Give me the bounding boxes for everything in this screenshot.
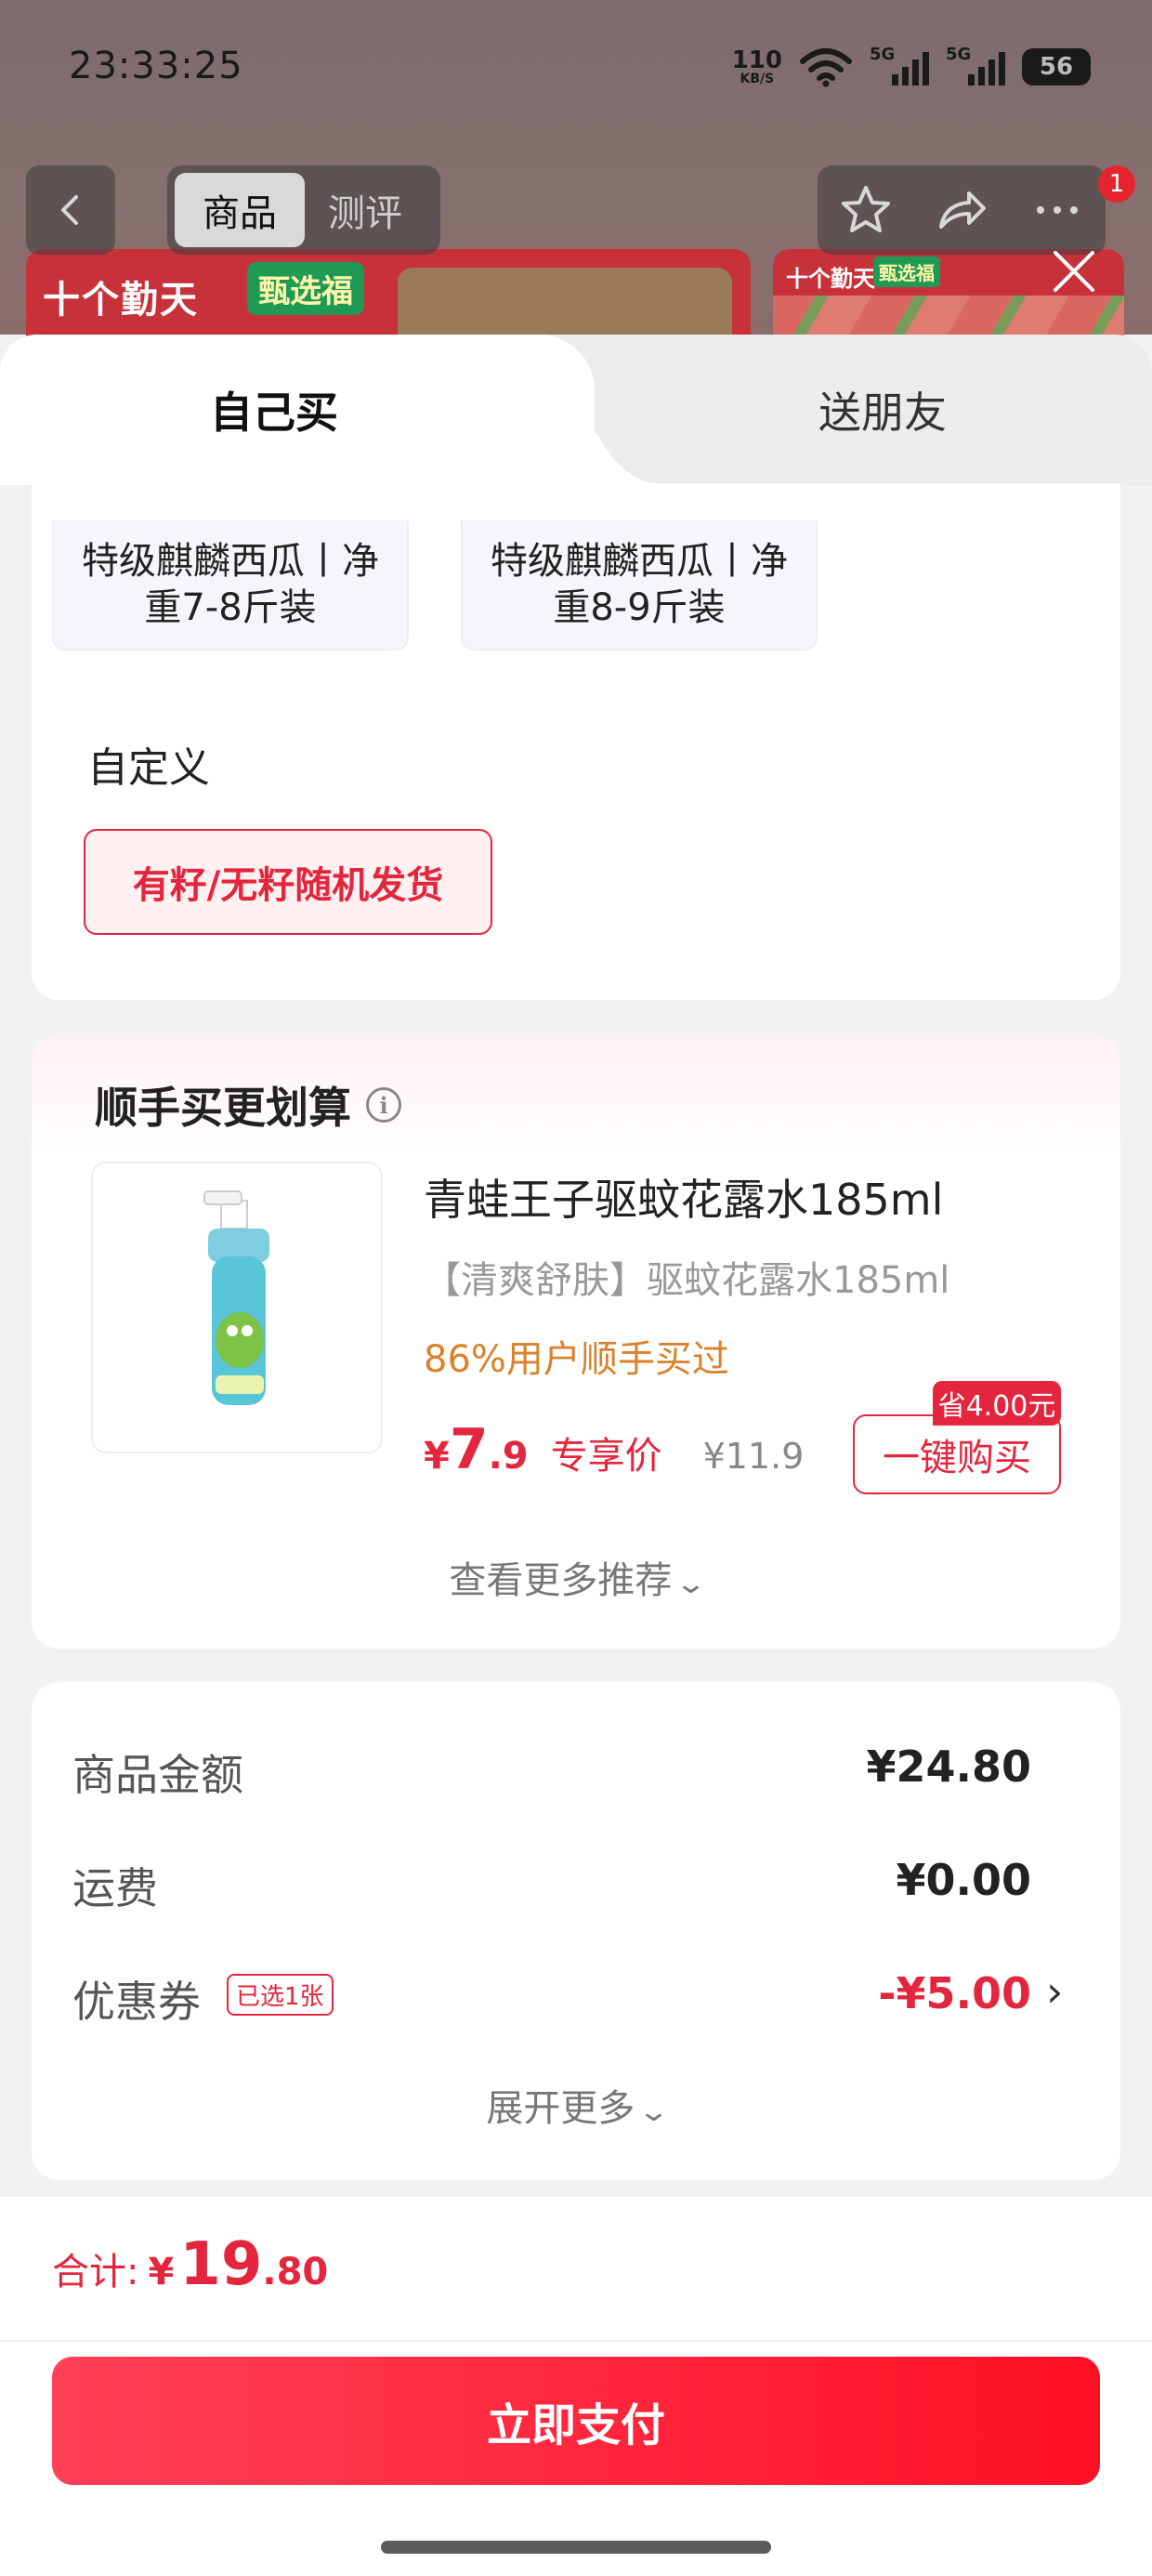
status-icons: 110 KB/S 5G 5G 56	[732, 43, 1091, 91]
summary-value-coupon[interactable]: -¥5.00	[878, 1968, 1031, 2018]
spec-option-8-9[interactable]: 特级麒麟西瓜丨净重8-9斤装	[461, 520, 818, 651]
chevron-down-icon: ⌄	[674, 1568, 708, 1600]
recommend-price-row: ¥ 7 .9 专享价 ¥11.9	[424, 1417, 804, 1482]
star-icon[interactable]	[838, 182, 894, 238]
signal-icon-sim1: 5G	[870, 45, 929, 87]
expand-more-text: 展开更多	[486, 2087, 635, 2130]
close-icon[interactable]	[1046, 243, 1102, 299]
wifi-icon	[800, 48, 852, 87]
share-icon[interactable]	[934, 182, 989, 238]
tab-review[interactable]: 测评	[305, 173, 425, 247]
recommend-product-subtitle: 【清爽舒肤】驱蚊花露水185ml	[424, 1259, 950, 1302]
summary-label-coupon[interactable]: 优惠券	[72, 1968, 201, 2030]
expand-more-button[interactable]: 展开更多⌄	[0, 2078, 1152, 2132]
chevron-down-icon: ⌄	[637, 2096, 671, 2128]
back-icon	[61, 195, 78, 225]
network-speed-unit: KB/S	[740, 72, 775, 86]
recommend-title-text: 顺手买更划算	[95, 1083, 351, 1133]
price-decimal: .9	[488, 1435, 529, 1478]
home-indicator[interactable]	[381, 2541, 771, 2554]
recommend-social-proof: 86%用户顺手买过	[424, 1338, 729, 1381]
summary-label-goods-amount: 商品金额	[72, 1750, 243, 1800]
network-speed-value: 110	[731, 46, 782, 74]
banner-brand-tag: 甄选福	[247, 262, 364, 315]
chevron-right-icon[interactable]: ›	[1046, 1966, 1063, 2017]
price-integer: 7	[449, 1417, 489, 1482]
spec-option-7-8[interactable]: 特级麒麟西瓜丨净重7-8斤装	[52, 520, 409, 651]
save-badge: 省4.00元	[933, 1381, 1061, 1426]
footer-divider	[0, 2340, 1152, 2342]
banner-brand-text: 十个勤天	[43, 279, 199, 322]
status-time: 23:33:25	[69, 45, 243, 87]
summary-label-shipping: 运费	[72, 1863, 158, 1913]
tab-goods[interactable]: 商品	[175, 173, 305, 247]
notification-badge: 1	[1098, 165, 1135, 203]
summary-value-shipping: ¥0.00	[896, 1855, 1031, 1905]
spray-bottle-icon	[203, 1190, 269, 1405]
total-integer: 19	[179, 2230, 263, 2299]
tab-send-to-friend[interactable]: 送朋友	[650, 379, 1115, 440]
total-decimal: .80	[262, 2251, 329, 2293]
nav-actions	[818, 165, 1106, 255]
custom-option-seed-random[interactable]: 有籽/无籽随机发货	[84, 829, 492, 935]
original-price: ¥11.9	[702, 1436, 805, 1477]
back-button[interactable]	[26, 165, 115, 255]
pay-now-button[interactable]: 立即支付	[52, 2357, 1100, 2485]
more-icon[interactable]	[1029, 182, 1085, 238]
recommend-title: 顺手买更划算 i	[95, 1074, 401, 1136]
banner-thumb-brand-tag: 甄选福	[873, 256, 940, 287]
total-label: 合计:	[52, 2251, 139, 2293]
price-symbol: ¥	[424, 1435, 450, 1478]
product-tabs: 商品 测评	[167, 165, 440, 255]
network-speed: 110 KB/S	[732, 48, 782, 85]
status-bar: 23:33:25 110 KB/S 5G 5G 56	[0, 0, 1152, 139]
total-symbol: ¥	[148, 2251, 175, 2293]
signal-icon-sim2: 5G	[946, 45, 1005, 87]
sheet-tabs: 自己买 送朋友	[0, 335, 1152, 485]
product-image[interactable]	[91, 1162, 383, 1453]
info-icon[interactable]: i	[366, 1087, 401, 1123]
summary-value-goods-amount: ¥24.80	[866, 1741, 1031, 1792]
tab-buy-for-self[interactable]: 自己买	[0, 379, 548, 440]
battery-icon: 56	[1022, 48, 1091, 85]
view-more-text: 查看更多推荐	[449, 1559, 673, 1602]
banner-thumb-brand-text: 十个勤天	[786, 266, 875, 292]
price-tag-exclusive: 专享价	[550, 1435, 662, 1478]
total-amount: 合计: ¥ 19 .80	[52, 2230, 328, 2299]
view-more-recommendations[interactable]: 查看更多推荐⌄	[0, 1550, 1152, 1604]
one-click-buy-button[interactable]: 一键购买	[853, 1414, 1061, 1494]
coupon-selected-tag: 已选1张	[227, 1974, 334, 2016]
custom-section-title: 自定义	[87, 744, 210, 792]
recommend-product-name[interactable]: 青蛙王子驱蚊花露水185ml	[424, 1166, 943, 1228]
